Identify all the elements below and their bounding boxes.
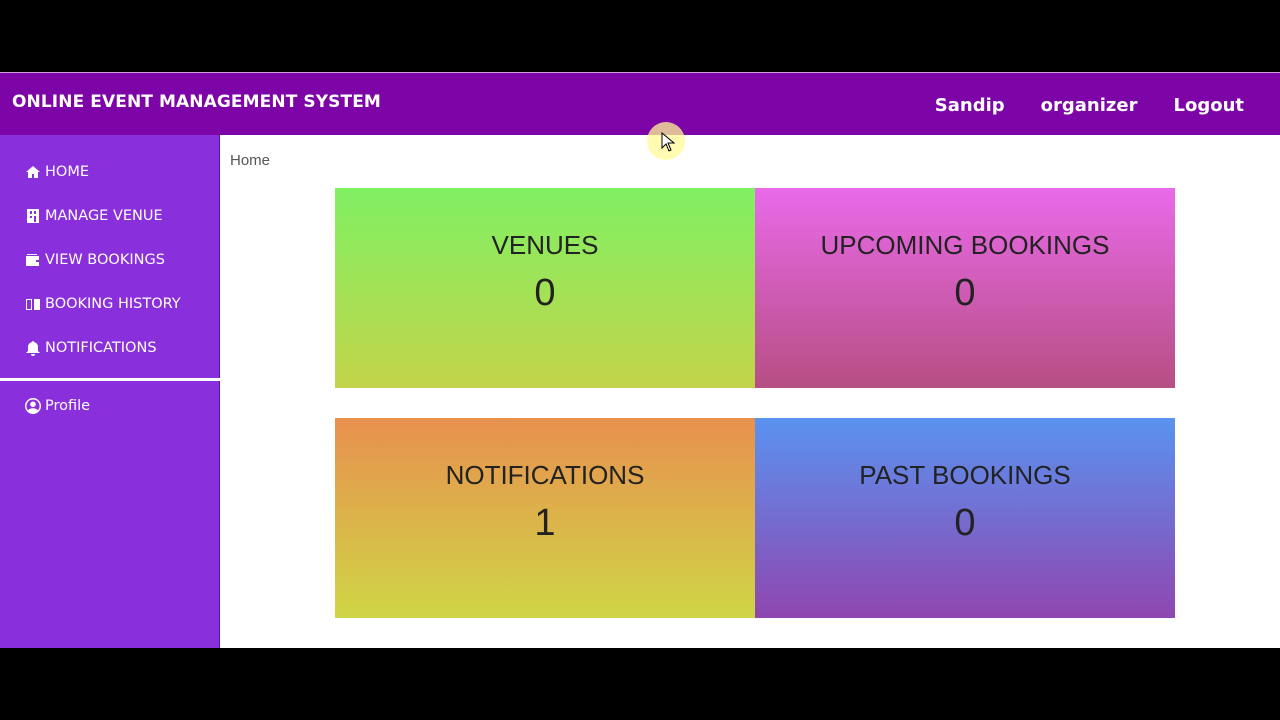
- sidebar-item-profile[interactable]: Profile: [25, 394, 90, 418]
- sidebar: HOME MANAGE VENUE VIEW BOOKINGS BOOKING …: [0, 135, 220, 648]
- sidebar-item-manage-venue[interactable]: MANAGE VENUE: [25, 204, 163, 228]
- stat-card-label: NOTIFICATIONS: [445, 460, 645, 490]
- sidebar-item-label: HOME: [45, 164, 89, 180]
- sidebar-item-label: NOTIFICATIONS: [45, 340, 157, 356]
- breadcrumb[interactable]: Home: [230, 152, 270, 169]
- stat-card-value: 1: [534, 502, 556, 544]
- navbar-links: Sandip organizer Logout: [935, 95, 1244, 116]
- app-window: ONLINE EVENT MANAGEMENT SYSTEM Sandip or…: [0, 72, 1280, 648]
- wallet-icon: [26, 254, 39, 266]
- sidebar-item-label: VIEW BOOKINGS: [45, 252, 165, 268]
- stat-card-venues[interactable]: VENUES 0: [335, 188, 755, 388]
- stat-card-upcoming-bookings[interactable]: UPCOMING BOOKINGS 0: [755, 188, 1175, 388]
- sidebar-item-label: Profile: [45, 398, 91, 414]
- stat-card-value: 0: [954, 502, 976, 544]
- stat-card-label: PAST BOOKINGS: [859, 460, 1071, 490]
- top-navbar: ONLINE EVENT MANAGEMENT SYSTEM Sandip or…: [0, 72, 1280, 135]
- stat-card-notifications[interactable]: NOTIFICATIONS 1: [335, 418, 755, 618]
- nav-link-logout[interactable]: Logout: [1173, 95, 1244, 116]
- sidebar-item-view-bookings[interactable]: VIEW BOOKINGS: [25, 248, 165, 272]
- brand-title: ONLINE EVENT MANAGEMENT SYSTEM: [12, 92, 381, 112]
- stat-card-label: VENUES: [491, 230, 599, 260]
- home-icon: [26, 166, 40, 178]
- mouse-cursor-icon: [661, 132, 675, 152]
- sidebar-item-notifications[interactable]: NOTIFICATIONS: [25, 336, 157, 360]
- nav-link-role[interactable]: organizer: [1041, 95, 1138, 116]
- sidebar-item-home[interactable]: HOME: [25, 160, 89, 184]
- stat-card-label: UPCOMING BOOKINGS: [820, 230, 1110, 260]
- stat-card-value: 0: [534, 272, 556, 314]
- building-icon: [27, 209, 39, 223]
- sidebar-item-booking-history[interactable]: BOOKING HISTORY: [25, 292, 181, 316]
- sidebar-item-label: MANAGE VENUE: [45, 208, 163, 224]
- nav-link-username[interactable]: Sandip: [935, 95, 1005, 116]
- sidebar-item-label: BOOKING HISTORY: [45, 296, 181, 312]
- bell-icon: [26, 341, 40, 356]
- user-circle-icon: [25, 398, 41, 414]
- book-icon: [26, 299, 40, 310]
- stat-card-value: 0: [954, 272, 976, 314]
- sidebar-divider: [0, 378, 220, 381]
- stat-card-past-bookings[interactable]: PAST BOOKINGS 0: [755, 418, 1175, 618]
